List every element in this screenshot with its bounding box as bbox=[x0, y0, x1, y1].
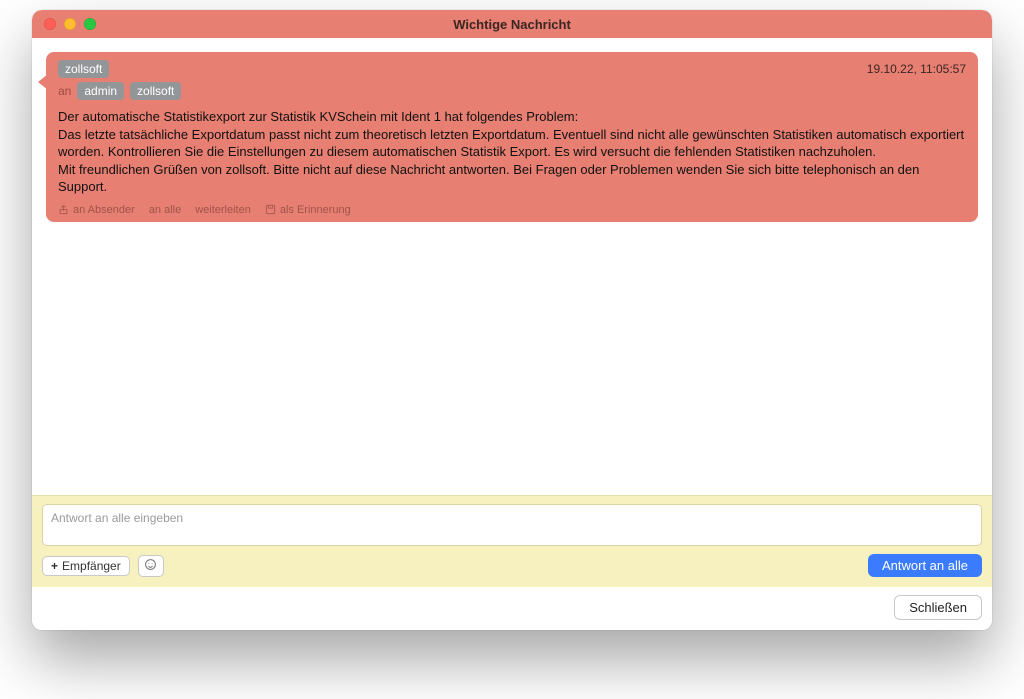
forward-label: weiterleiten bbox=[195, 204, 251, 216]
close-button[interactable]: Schließen bbox=[894, 595, 982, 620]
reply-input[interactable] bbox=[42, 504, 982, 546]
recipient-chip: admin bbox=[77, 82, 124, 100]
emoji-button[interactable] bbox=[138, 555, 164, 577]
forward-action[interactable]: weiterleiten bbox=[195, 204, 251, 216]
add-recipient-label: Empfänger bbox=[62, 559, 121, 573]
reply-sender-label: an Absender bbox=[73, 204, 135, 216]
message-bubble: zollsoft an admin zollsoft 19.10.22, 11:… bbox=[46, 52, 978, 222]
message-window: Wichtige Nachricht zollsoft an admin zol… bbox=[32, 10, 992, 630]
reply-panel: + Empfänger Antwort an alle bbox=[32, 495, 992, 587]
reply-all-action[interactable]: an alle bbox=[149, 204, 181, 216]
add-recipient-button[interactable]: + Empfänger bbox=[42, 556, 130, 576]
send-reply-all-button[interactable]: Antwort an alle bbox=[868, 554, 982, 577]
footer: Schließen bbox=[32, 587, 992, 630]
message-timestamp: 19.10.22, 11:05:57 bbox=[867, 60, 966, 76]
reply-toolbar-left: + Empfänger bbox=[42, 555, 164, 577]
recipient-label: an bbox=[58, 84, 71, 98]
reply-sender-action[interactable]: an Absender bbox=[58, 204, 135, 216]
as-reminder-label: als Erinnerung bbox=[280, 204, 351, 216]
reply-toolbar: + Empfänger Antwort an alle bbox=[42, 554, 982, 577]
recipient-line: an admin zollsoft bbox=[58, 82, 181, 100]
message-actions: an Absender an alle weiterleiten bbox=[58, 204, 966, 216]
reply-all-label: an alle bbox=[149, 204, 181, 216]
window-title: Wichtige Nachricht bbox=[32, 17, 992, 32]
message-area: zollsoft an admin zollsoft 19.10.22, 11:… bbox=[32, 38, 992, 495]
save-icon bbox=[265, 204, 276, 215]
window-zoom-icon[interactable] bbox=[84, 18, 96, 30]
message-body: Der automatische Statistikexport zur Sta… bbox=[58, 108, 966, 196]
as-reminder-action[interactable]: als Erinnerung bbox=[265, 204, 351, 216]
titlebar: Wichtige Nachricht bbox=[32, 10, 992, 38]
traffic-lights bbox=[32, 18, 96, 30]
recipient-chip: zollsoft bbox=[130, 82, 181, 100]
message-from-to: zollsoft an admin zollsoft bbox=[58, 60, 181, 100]
message-header: zollsoft an admin zollsoft 19.10.22, 11:… bbox=[58, 60, 966, 100]
plus-icon: + bbox=[51, 559, 58, 573]
emoji-icon bbox=[144, 558, 157, 574]
window-minimize-icon[interactable] bbox=[64, 18, 76, 30]
share-icon bbox=[58, 204, 69, 215]
message-bubble-wrap: zollsoft an admin zollsoft 19.10.22, 11:… bbox=[46, 52, 978, 222]
sender-chip: zollsoft bbox=[58, 60, 109, 78]
window-close-icon[interactable] bbox=[44, 18, 56, 30]
